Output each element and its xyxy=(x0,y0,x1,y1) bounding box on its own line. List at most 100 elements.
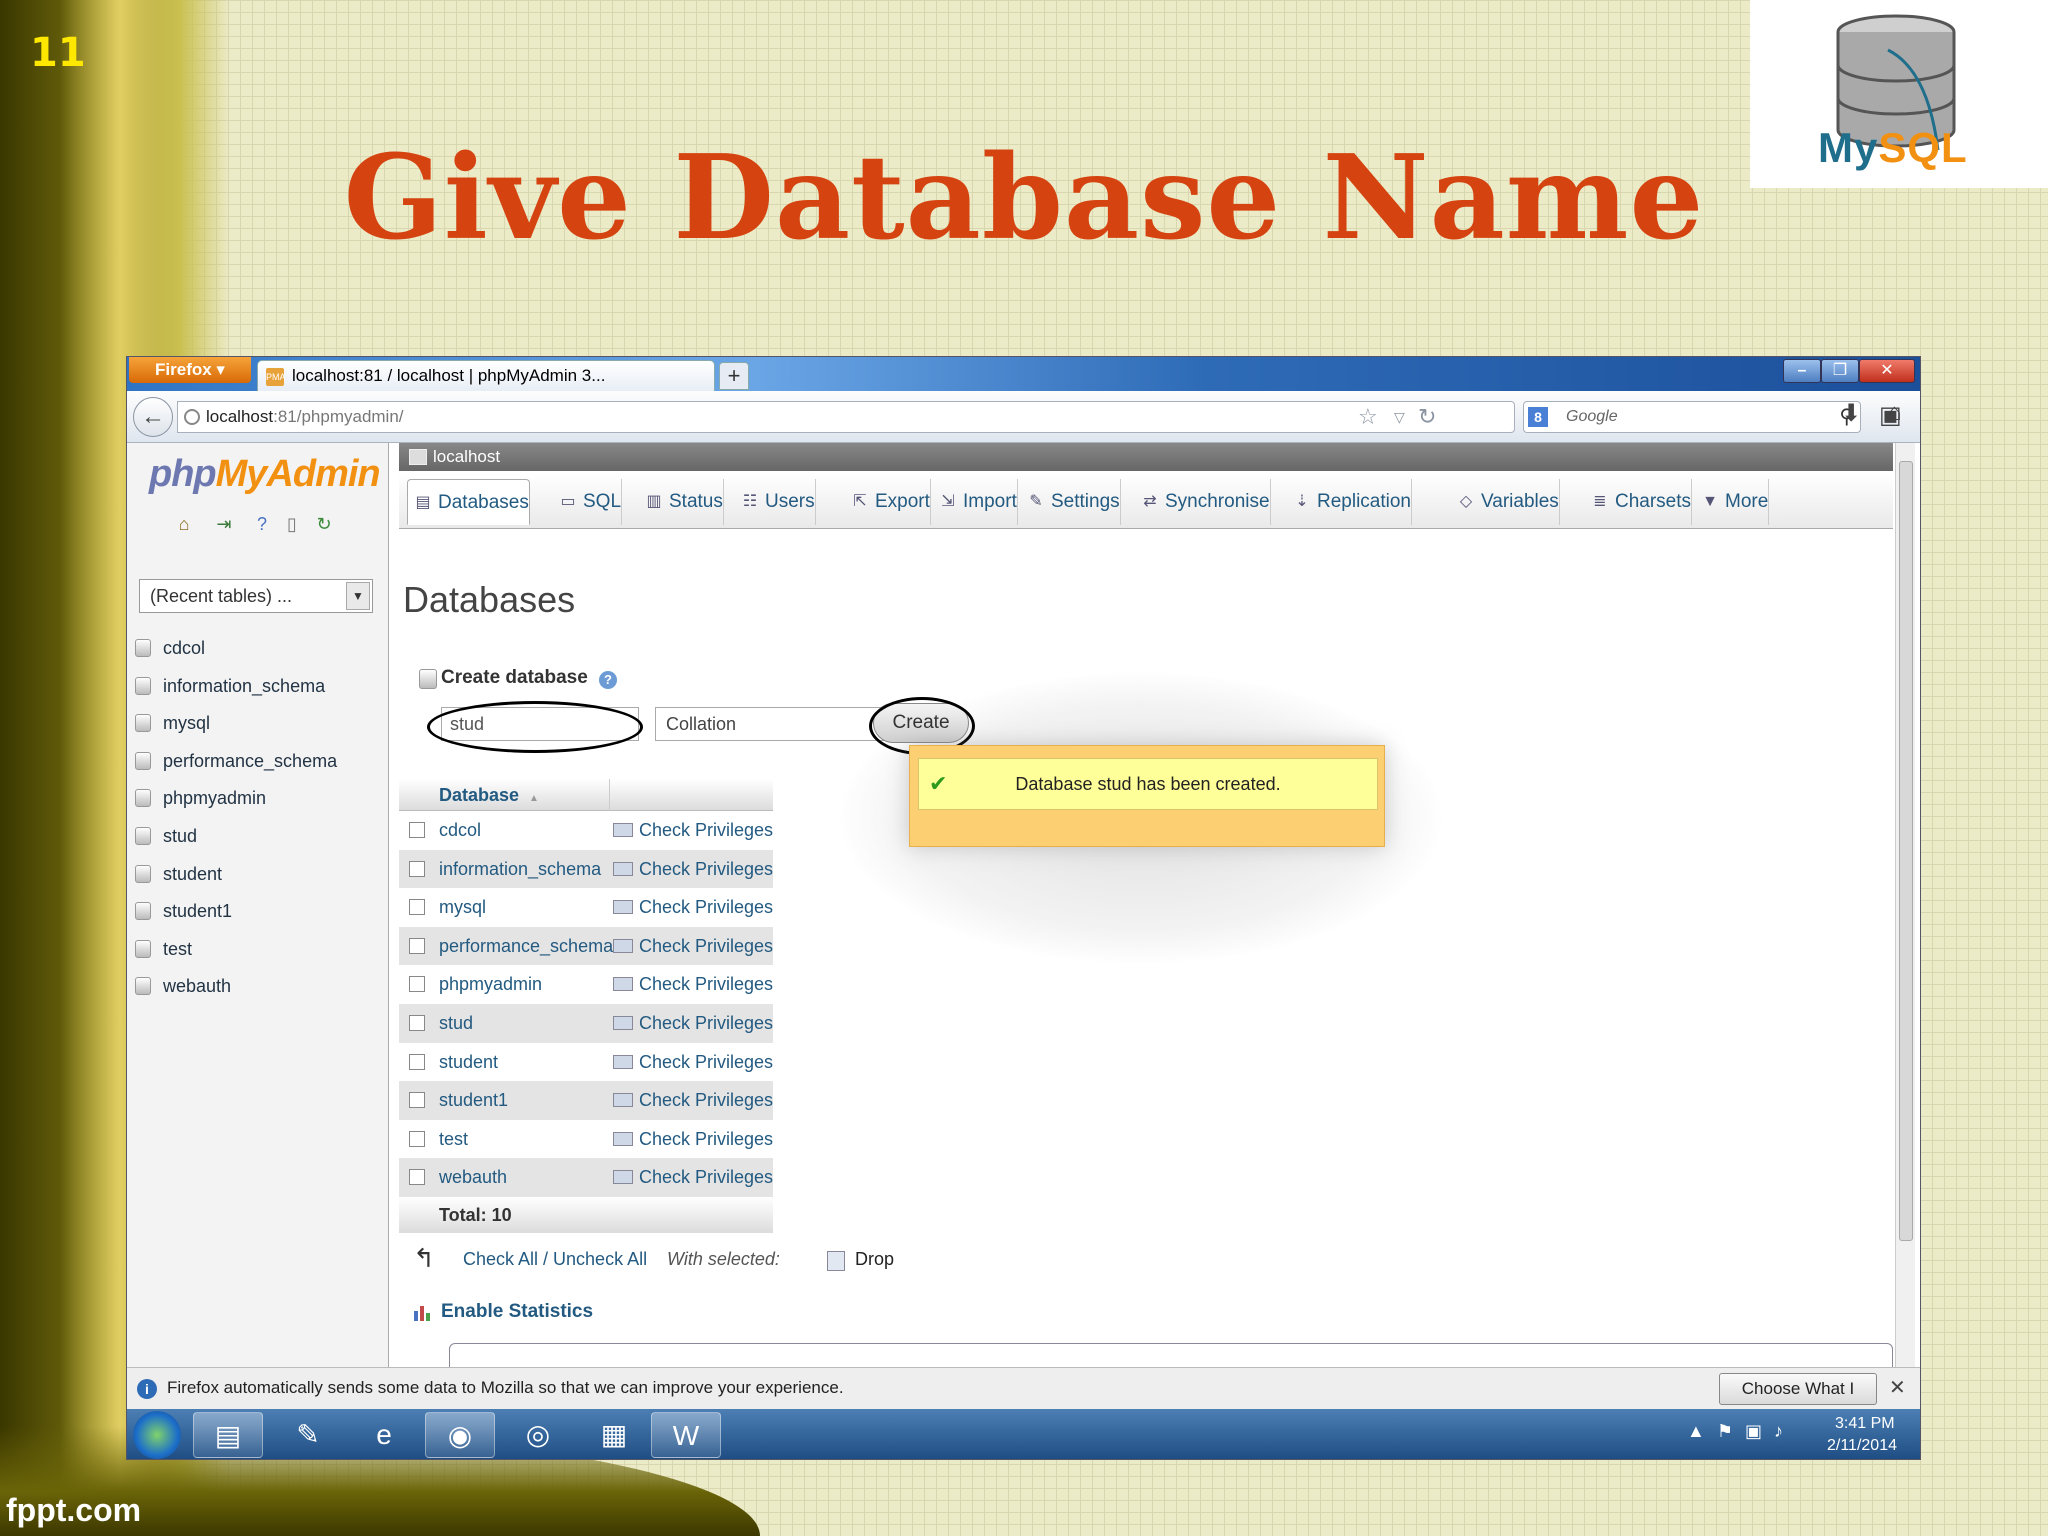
database-name-link[interactable]: phpmyadmin xyxy=(439,965,542,1003)
chevron-down-icon[interactable]: ▼ xyxy=(346,582,370,610)
check-privileges-link[interactable]: Check Privileges xyxy=(613,888,773,926)
tab-import[interactable]: ⇲ Import xyxy=(933,479,1018,525)
new-tab-button[interactable]: + xyxy=(719,362,749,390)
internet-explorer-icon[interactable]: e xyxy=(349,1412,419,1458)
enable-statistics-link[interactable]: Enable Statistics xyxy=(413,1301,593,1323)
check-all-link[interactable]: Check All / Uncheck All xyxy=(463,1249,647,1270)
check-privileges-link[interactable]: Check Privileges xyxy=(613,1081,773,1119)
row-checkbox[interactable] xyxy=(409,937,425,954)
tab-replication[interactable]: ⇣ Replication xyxy=(1287,479,1412,525)
scrollbar-thumb[interactable] xyxy=(1899,461,1913,1241)
row-checkbox[interactable] xyxy=(409,1130,425,1147)
home-icon[interactable]: ⌂ xyxy=(173,513,195,535)
firefox-taskbar-icon[interactable]: ◉ xyxy=(425,1412,495,1458)
database-name-link[interactable]: information_schema xyxy=(439,850,601,888)
tab-charsets[interactable]: ≣ Charsets xyxy=(1585,479,1693,525)
nav-database-item[interactable]: phpmyadmin xyxy=(135,783,266,813)
chrome-icon[interactable]: ◎ xyxy=(503,1412,573,1458)
documentation-icon[interactable]: ▯ xyxy=(281,513,303,535)
database-name-link[interactable]: student xyxy=(439,1043,498,1081)
database-name-link[interactable]: test xyxy=(439,1120,468,1158)
database-icon xyxy=(135,902,151,921)
minimize-button[interactable]: – xyxy=(1783,359,1821,383)
close-icon[interactable]: ✕ xyxy=(1889,1368,1906,1408)
nav-database-item[interactable]: performance_schema xyxy=(135,746,337,776)
bookmark-star-icon[interactable]: ☆ xyxy=(1358,402,1378,432)
table-header[interactable]: Database ▲ xyxy=(399,779,773,811)
url-history-dropdown-icon[interactable]: ▽ xyxy=(1394,402,1405,432)
nav-database-item[interactable]: information_schema xyxy=(135,671,325,701)
row-checkbox[interactable] xyxy=(409,899,425,916)
row-checkbox[interactable] xyxy=(409,1169,425,1186)
word-icon[interactable]: W xyxy=(651,1412,721,1458)
drop-button[interactable]: Drop xyxy=(855,1249,894,1270)
refresh-icon[interactable]: ↻ xyxy=(313,513,335,535)
check-privileges-link[interactable]: Check Privileges xyxy=(613,1158,773,1196)
row-checkbox[interactable] xyxy=(409,860,425,877)
database-name-link[interactable]: performance_schema xyxy=(439,927,613,965)
row-checkbox[interactable] xyxy=(409,822,425,838)
nav-database-item[interactable]: student1 xyxy=(135,896,232,926)
search-engine-icon[interactable]: 8 xyxy=(1528,407,1548,427)
paint-app-icon[interactable]: ✎ xyxy=(273,1412,343,1458)
tab-users[interactable]: ☷ Users xyxy=(735,479,816,525)
tab-settings[interactable]: ✎ Settings xyxy=(1021,479,1121,525)
tab-synchronise[interactable]: ⇄ Synchronise xyxy=(1135,479,1271,525)
database-name-link[interactable]: cdcol xyxy=(439,811,481,849)
row-checkbox[interactable] xyxy=(409,1053,425,1070)
tab-databases[interactable]: ▤ Databases xyxy=(407,479,530,525)
nav-database-item[interactable]: webauth xyxy=(135,971,231,1001)
database-name-link[interactable]: stud xyxy=(439,1004,473,1042)
home-icon[interactable]: ⌂ xyxy=(1887,399,1902,427)
tab-more[interactable]: ▼ More xyxy=(1695,479,1770,525)
back-button[interactable]: ← xyxy=(133,397,173,437)
maximize-button[interactable]: ❐ xyxy=(1821,359,1859,383)
close-window-button[interactable]: ✕ xyxy=(1859,359,1915,383)
drop-icon[interactable] xyxy=(827,1251,845,1271)
tab-variables[interactable]: ◇ Variables xyxy=(1451,479,1560,525)
nav-database-item[interactable]: stud xyxy=(135,821,197,851)
download-icon[interactable]: ⬇ xyxy=(1841,399,1861,428)
row-checkbox[interactable] xyxy=(409,976,425,993)
sort-ascending-icon: ▲ xyxy=(529,793,539,804)
file-explorer-icon[interactable]: ▤ xyxy=(193,1412,263,1458)
tab-export[interactable]: ⇱ Export xyxy=(845,479,931,525)
clock-time[interactable]: 3:41 PM xyxy=(1835,1415,1895,1433)
clock-date[interactable]: 2/11/2014 xyxy=(1827,1437,1897,1455)
xampp-control-icon[interactable]: ▦ xyxy=(579,1412,649,1458)
reload-icon[interactable]: ↻ xyxy=(1418,402,1436,432)
tray-icons[interactable]: ▲⚑▣♪ xyxy=(1687,1421,1795,1442)
phpmyadmin-logo[interactable]: phpMyAdmin xyxy=(149,453,381,496)
url-bar[interactable]: localhost:81/phpmyadmin/ ☆ ▽ ↻ xyxy=(177,401,1515,433)
scrollbar[interactable] xyxy=(1895,443,1915,1367)
database-name-link[interactable]: webauth xyxy=(439,1158,507,1196)
choose-what-i-share-button[interactable]: Choose What I Share xyxy=(1719,1373,1877,1428)
browser-tab[interactable]: PMA localhost:81 / localhost | phpMyAdmi… xyxy=(257,360,715,391)
row-checkbox[interactable] xyxy=(409,1014,425,1031)
nav-database-item[interactable]: cdcol xyxy=(135,633,205,663)
check-privileges-link[interactable]: Check Privileges xyxy=(613,811,773,849)
check-privileges-link[interactable]: Check Privileges xyxy=(613,1120,773,1158)
check-privileges-link[interactable]: Check Privileges xyxy=(613,1004,773,1042)
check-privileges-link[interactable]: Check Privileges xyxy=(613,850,773,888)
nav-database-item[interactable]: mysql xyxy=(135,708,210,738)
tab-status[interactable]: ▥ Status xyxy=(639,479,724,525)
nav-database-item[interactable]: student xyxy=(135,859,222,889)
database-name-link[interactable]: mysql xyxy=(439,888,486,926)
check-privileges-link[interactable]: Check Privileges xyxy=(613,927,773,965)
help-icon[interactable]: ? xyxy=(251,513,273,535)
server-breadcrumb[interactable]: localhost xyxy=(399,443,1893,471)
column-header-database[interactable]: Database xyxy=(439,785,519,805)
help-icon[interactable]: ? xyxy=(599,671,617,689)
database-name-link[interactable]: student1 xyxy=(439,1081,508,1119)
check-privileges-link[interactable]: Check Privileges xyxy=(613,965,773,1003)
nav-database-item[interactable]: test xyxy=(135,934,192,964)
recent-tables-select[interactable]: (Recent tables) ... ▼ xyxy=(139,579,373,613)
tab-sql[interactable]: ▭ SQL xyxy=(553,479,623,525)
logout-icon[interactable]: ⇥ xyxy=(213,513,235,535)
firefox-menu-button[interactable]: Firefox ▾ xyxy=(129,357,251,383)
row-checkbox[interactable] xyxy=(409,1092,425,1109)
search-input[interactable]: 8 Google ⚲ xyxy=(1523,401,1861,433)
start-button[interactable] xyxy=(133,1411,181,1459)
check-privileges-link[interactable]: Check Privileges xyxy=(613,1043,773,1081)
